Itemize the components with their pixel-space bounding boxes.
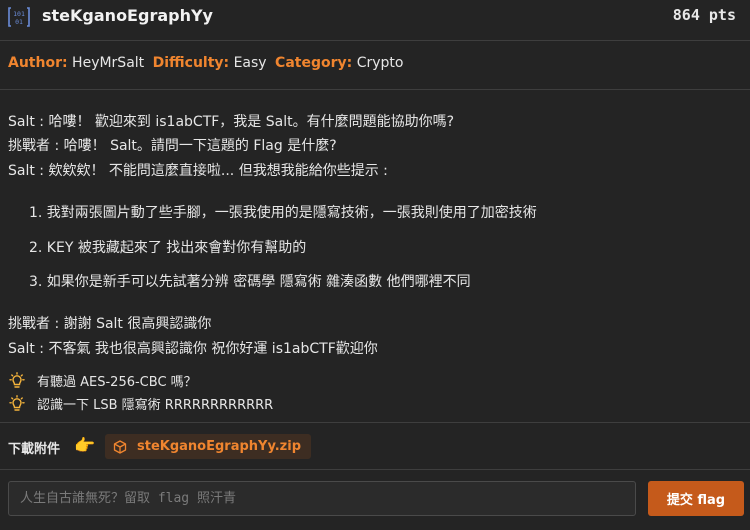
attachment-download-link[interactable]: steKganoEgraphYy.zip [105, 434, 311, 459]
dialog-line: Salt : 哈嘍！ 歡迎來到 is1abCTF，我是 Salt。有什麼問題能協… [8, 114, 455, 130]
svg-text:101: 101 [13, 10, 25, 18]
attachments-label: 下載附件 [8, 442, 61, 457]
flag-input[interactable] [8, 481, 636, 516]
dialog-line: 挑戰者 : 謝謝 Salt 很高興認識你 [8, 316, 212, 332]
lightbulb-icon [9, 394, 25, 411]
author-value: HeyMrSalt [72, 55, 145, 71]
dialog-line: Salt : 欸欸欸！ 不能問這麼直接啦... 但我想我能給你些提示 : [8, 163, 388, 179]
challenge-title: steKganoEgraphYy [42, 6, 213, 25]
dialog-line: 挑戰者 : 哈嘍！ Salt。請問一下這題的 Flag 是什麼? [8, 138, 337, 154]
meta-divider [0, 89, 750, 90]
header-divider [0, 40, 750, 41]
binary-code-icon: 101 01 [8, 7, 30, 27]
challenge-points: 864 pts [672, 6, 736, 24]
hint-list-item: 2. KEY 被我藏起來了 找出來會對你有幫助的 [29, 240, 307, 256]
hint-list-item: 3. 如果你是新手可以先試著分辨 密碼學 隱寫術 雜湊函數 他們哪裡不同 [29, 274, 471, 290]
difficulty-value: Easy [233, 55, 267, 71]
challenge-meta: Author: HeyMrSalt Difficulty: Easy Categ… [8, 55, 407, 71]
author-key: Author: [8, 55, 68, 71]
package-icon [113, 439, 127, 454]
difficulty-key: Difficulty: [152, 55, 230, 71]
hint-text: 有聽過 AES-256-CBC 嗎？ [37, 375, 197, 390]
hint-text: 認識一下 LSB 隱寫術 RRRRRRRRRRRR [37, 398, 274, 413]
category-key: Category: [275, 55, 353, 71]
hint-item[interactable]: 認識一下 LSB 隱寫術 RRRRRRRRRRRR [8, 394, 273, 413]
attachments-divider [0, 469, 750, 470]
hint-item[interactable]: 有聽過 AES-256-CBC 嗎？ [8, 371, 197, 390]
submit-flag-button[interactable]: 提交 flag [648, 481, 744, 516]
pointing-hand-icon: 👉 [74, 436, 96, 456]
svg-text:01: 01 [15, 18, 23, 26]
hints-divider [0, 422, 750, 423]
hint-list-item: 1. 我對兩張圖片動了些手腳，一張我使用的是隱寫技術，一張我則使用了加密技術 [29, 205, 537, 221]
lightbulb-icon [9, 371, 25, 388]
category-value: Crypto [356, 55, 404, 71]
dialog-line: Salt : 不客氣 我也很高興認識你 祝你好運 is1abCTF歡迎你 [8, 341, 378, 357]
challenge-header: 101 01 steKganoEgraphYy 864 pts [0, 0, 750, 36]
attachment-file-name: steKganoEgraphYy.zip [137, 439, 301, 454]
